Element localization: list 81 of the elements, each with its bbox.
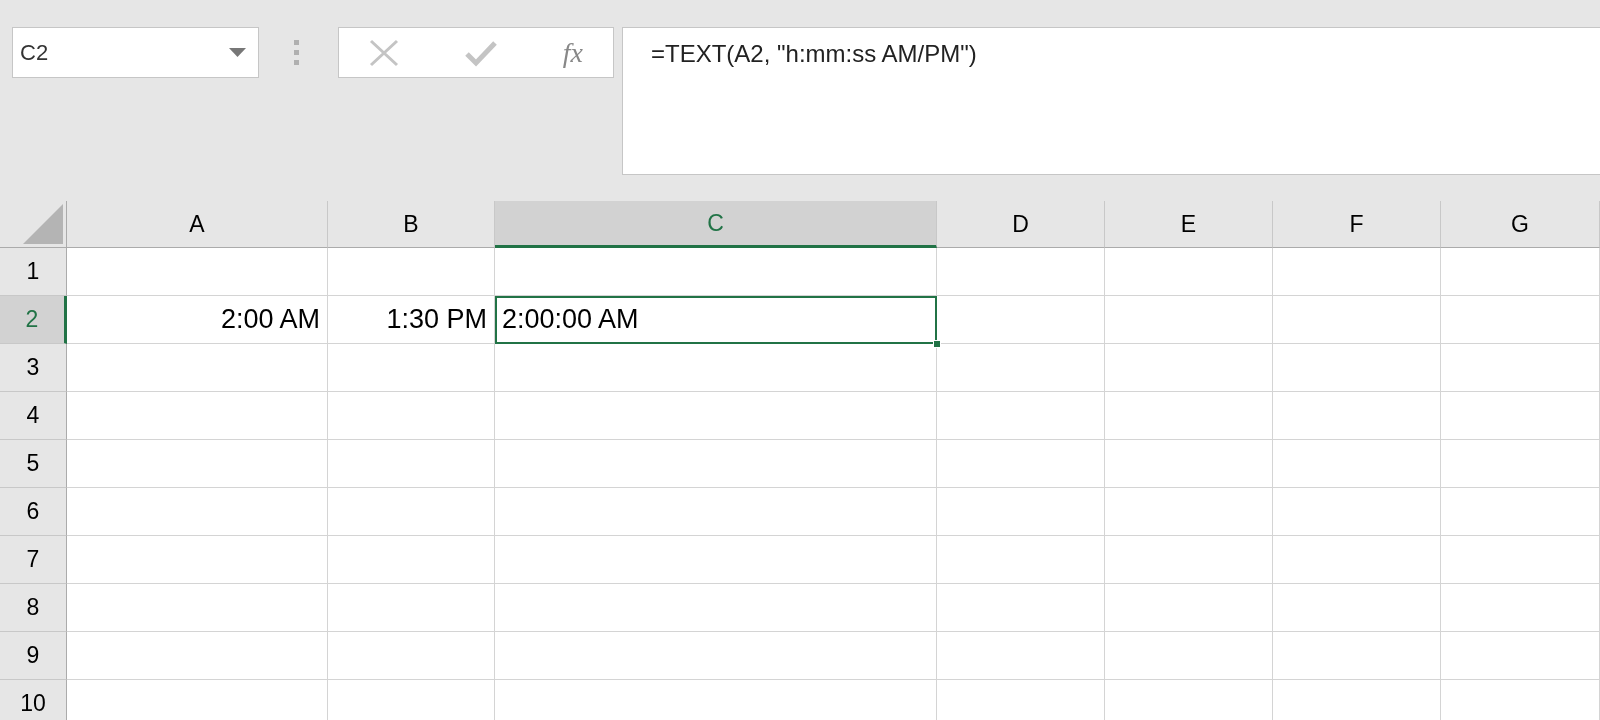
insert-function-button[interactable]: fx xyxy=(562,38,583,67)
empty-cell[interactable] xyxy=(1441,248,1600,296)
empty-cell[interactable] xyxy=(1273,296,1441,344)
empty-cell[interactable] xyxy=(1105,344,1273,392)
column-header[interactable]: E xyxy=(1105,201,1273,248)
empty-cell[interactable] xyxy=(1441,632,1600,680)
vertical-dots-icon[interactable] xyxy=(294,40,300,66)
empty-cell[interactable] xyxy=(937,440,1105,488)
row-header[interactable]: 10 xyxy=(0,680,67,720)
corner-triangle-icon[interactable] xyxy=(23,204,63,244)
column-header[interactable]: C xyxy=(495,201,937,248)
empty-cell[interactable] xyxy=(328,584,495,632)
empty-cell[interactable] xyxy=(1105,440,1273,488)
empty-cell[interactable] xyxy=(495,632,937,680)
dropdown-caret-icon[interactable] xyxy=(229,48,246,57)
name-box[interactable]: C2 xyxy=(12,27,259,78)
empty-cell[interactable] xyxy=(328,536,495,584)
table-cell[interactable]: 1:30 PM xyxy=(328,296,495,344)
empty-cell[interactable] xyxy=(1105,488,1273,536)
empty-cell[interactable] xyxy=(1273,392,1441,440)
table-cell[interactable]: 2:00 AM xyxy=(67,296,328,344)
row-header[interactable]: 2 xyxy=(0,296,67,344)
empty-cell[interactable] xyxy=(328,440,495,488)
row-header[interactable]: 1 xyxy=(0,248,67,296)
column-header[interactable]: D xyxy=(937,201,1105,248)
column-header[interactable]: A xyxy=(67,201,328,248)
column-header[interactable]: B xyxy=(328,201,495,248)
empty-cell[interactable] xyxy=(1105,248,1273,296)
empty-cell[interactable] xyxy=(937,584,1105,632)
empty-cell[interactable] xyxy=(1273,584,1441,632)
row-header[interactable]: 3 xyxy=(0,344,67,392)
empty-cell[interactable] xyxy=(495,440,937,488)
column-header[interactable]: F xyxy=(1273,201,1441,248)
row-header[interactable]: 5 xyxy=(0,440,67,488)
empty-cell[interactable] xyxy=(328,488,495,536)
empty-cell[interactable] xyxy=(937,392,1105,440)
column-header[interactable]: G xyxy=(1441,201,1600,248)
empty-cell[interactable] xyxy=(1441,440,1600,488)
empty-cell[interactable] xyxy=(495,392,937,440)
empty-cell[interactable] xyxy=(495,584,937,632)
empty-cell[interactable] xyxy=(937,536,1105,584)
empty-cell[interactable] xyxy=(1105,632,1273,680)
empty-cell[interactable] xyxy=(937,344,1105,392)
empty-cell[interactable] xyxy=(495,536,937,584)
select-all-corner[interactable] xyxy=(0,201,67,248)
empty-cell[interactable] xyxy=(1441,536,1600,584)
empty-cell[interactable] xyxy=(1105,296,1273,344)
empty-cell[interactable] xyxy=(1273,440,1441,488)
empty-cell[interactable] xyxy=(1273,536,1441,584)
empty-cell[interactable] xyxy=(1441,584,1600,632)
name-box-value: C2 xyxy=(20,39,49,67)
close-icon[interactable] xyxy=(369,38,399,67)
empty-cell[interactable] xyxy=(328,248,495,296)
empty-cell[interactable] xyxy=(1105,584,1273,632)
empty-cell[interactable] xyxy=(1273,344,1441,392)
row-header[interactable]: 8 xyxy=(0,584,67,632)
empty-cell[interactable] xyxy=(1441,296,1600,344)
empty-cell[interactable] xyxy=(495,248,937,296)
empty-cell[interactable] xyxy=(495,488,937,536)
empty-cell[interactable] xyxy=(1441,344,1600,392)
row-header[interactable]: 6 xyxy=(0,488,67,536)
empty-cell[interactable] xyxy=(1273,488,1441,536)
empty-cell[interactable] xyxy=(937,248,1105,296)
empty-cell[interactable] xyxy=(1441,392,1600,440)
formula-text: =TEXT(A2, "h:mm:ss AM/PM") xyxy=(651,40,977,67)
empty-cell[interactable] xyxy=(1273,632,1441,680)
empty-cell[interactable] xyxy=(328,392,495,440)
formula-input[interactable]: =TEXT(A2, "h:mm:ss AM/PM") xyxy=(622,27,1600,175)
empty-cell[interactable] xyxy=(1273,248,1441,296)
fill-handle[interactable] xyxy=(933,340,941,348)
row-header[interactable]: 4 xyxy=(0,392,67,440)
empty-cell[interactable] xyxy=(1105,392,1273,440)
empty-cell[interactable] xyxy=(937,632,1105,680)
row-header[interactable]: 9 xyxy=(0,632,67,680)
empty-cell[interactable] xyxy=(1441,488,1600,536)
empty-cell[interactable] xyxy=(1105,536,1273,584)
empty-cell[interactable] xyxy=(328,344,495,392)
table-cell[interactable]: 2:00:00 AM xyxy=(495,296,937,344)
row-header[interactable]: 7 xyxy=(0,536,67,584)
empty-cell[interactable] xyxy=(328,632,495,680)
empty-cell[interactable] xyxy=(937,488,1105,536)
